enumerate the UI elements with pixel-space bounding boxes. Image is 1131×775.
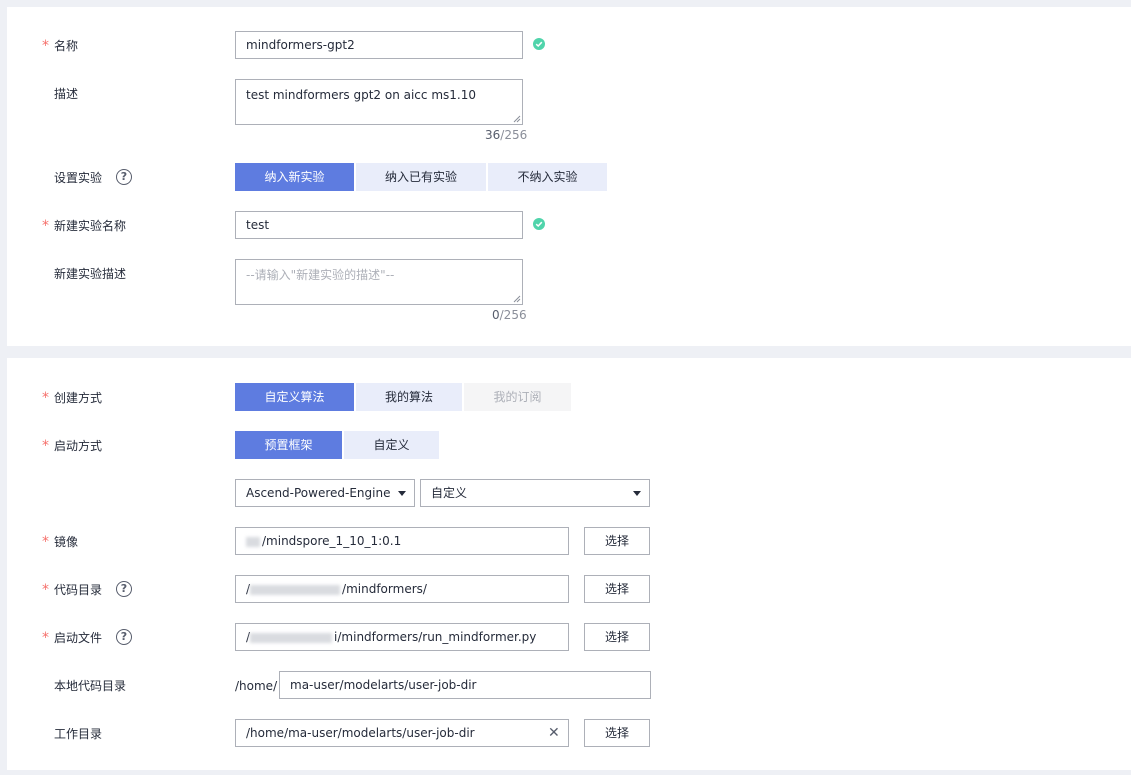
chevron-down-icon [633,491,641,496]
create-method-my-subscription: 我的订阅 [464,383,571,411]
valid-check-icon [533,218,545,230]
local-code-dir-prefix: /home/ [235,679,278,693]
description-label: 描述 [54,87,79,101]
name-label: 名称 [54,39,79,53]
local-code-dir-input[interactable]: ma-user/modelarts/user-job-dir [279,671,651,699]
resize-grip-icon[interactable] [513,295,521,303]
image-label: 镜像 [54,535,79,549]
image-input[interactable]: /mindspore_1_10_1:0.1 [235,527,569,555]
new-experiment-name-label: 新建实验名称 [54,219,127,233]
work-dir-input[interactable]: /home/ma-user/modelarts/user-job-dir [235,719,569,747]
boot-method-label: 启动方式 [54,439,103,453]
algorithm-card [7,358,1131,770]
experiment-label: 设置实验 [54,171,103,185]
boot-file-input[interactable]: / i/mindformers/run_mindformer.py [235,623,569,651]
code-dir-select-button[interactable]: 选择 [584,575,650,603]
help-icon[interactable]: ? [116,581,132,597]
help-icon[interactable]: ? [116,169,132,185]
required-mark: * [42,582,49,598]
code-dir-label: 代码目录 [54,583,103,597]
valid-check-icon [533,38,545,50]
image-select-button[interactable]: 选择 [584,527,650,555]
redacted-text [246,536,260,547]
required-mark: * [42,218,49,234]
experiment-option-existing[interactable]: 纳入已有实验 [356,163,486,191]
image-value: /mindspore_1_10_1:0.1 [262,534,402,548]
create-method-my-algorithm[interactable]: 我的算法 [356,383,462,411]
clear-icon[interactable]: ✕ [548,726,560,740]
new-experiment-name-input[interactable]: test [235,211,523,239]
code-dir-input[interactable]: //mindformers/ [235,575,569,603]
required-mark: * [42,630,49,646]
local-code-dir-label: 本地代码目录 [54,679,127,693]
chevron-down-icon [398,491,406,496]
work-dir-select-button[interactable]: 选择 [584,719,650,747]
required-mark: * [42,438,49,454]
resize-grip-icon[interactable] [513,115,521,123]
boot-method-preset[interactable]: 预置框架 [235,431,342,459]
boot-file-select-button[interactable]: 选择 [584,623,650,651]
work-dir-value: /home/ma-user/modelarts/user-job-dir [246,726,475,740]
experiment-option-none[interactable]: 不纳入实验 [488,163,607,191]
description-value: test mindformers gpt2 on aicc ms1.10 [246,88,476,102]
description-textarea[interactable]: test mindformers gpt2 on aicc ms1.10 [235,79,523,125]
required-mark: * [42,390,49,406]
boot-file-label: 启动文件 [54,631,103,645]
new-experiment-desc-label: 新建实验描述 [54,267,127,281]
required-mark: * [42,534,49,550]
engine-select-value: Ascend-Powered-Engine [246,486,391,500]
required-mark: * [42,38,49,54]
code-dir-value: /mindformers/ [342,582,427,596]
create-method-label: 创建方式 [54,391,103,405]
experiment-option-new[interactable]: 纳入新实验 [235,163,354,191]
boot-method-custom[interactable]: 自定义 [344,431,439,459]
new-experiment-desc-char-count: 0/256 [492,308,527,322]
description-char-count: 36/256 [485,128,528,142]
redacted-text [250,632,333,643]
engine-select[interactable]: Ascend-Powered-Engine [235,479,415,507]
help-icon[interactable]: ? [116,629,132,645]
work-dir-label: 工作目录 [54,727,103,741]
engine-version-value: 自定义 [431,486,468,500]
new-experiment-desc-textarea[interactable]: --请输入"新建实验的描述"-- [235,259,523,305]
boot-file-value: i/mindformers/run_mindformer.py [334,630,537,644]
engine-version-select[interactable]: 自定义 [420,479,650,507]
new-experiment-desc-placeholder: --请输入"新建实验的描述"-- [246,268,395,282]
create-method-custom[interactable]: 自定义算法 [235,383,354,411]
name-input[interactable]: mindformers-gpt2 [235,31,523,59]
redacted-text [250,584,341,595]
